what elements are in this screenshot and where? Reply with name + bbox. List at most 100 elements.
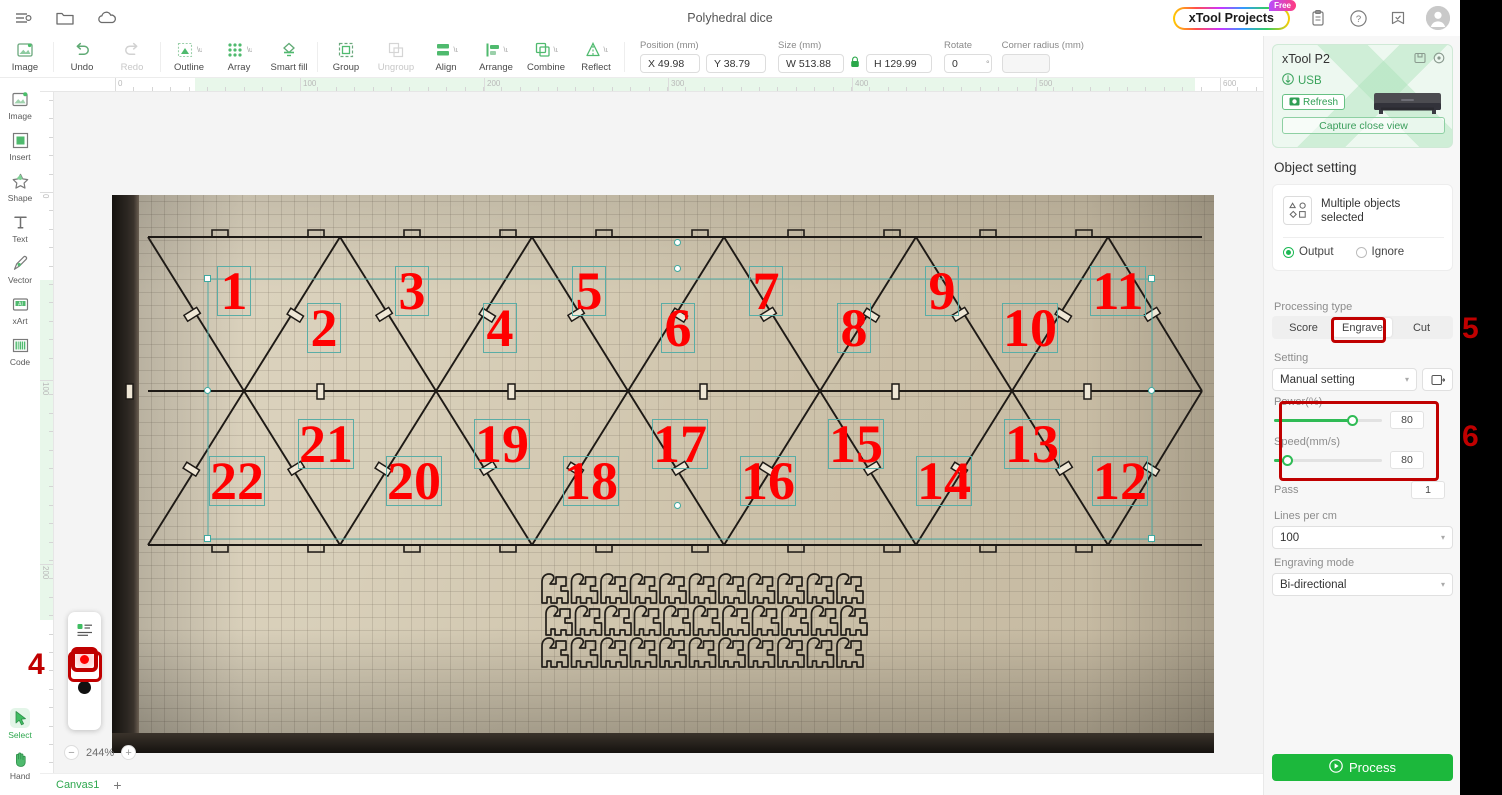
target-icon[interactable] [1433, 51, 1445, 69]
xtool-projects-button[interactable]: xTool Projects Free [1173, 0, 1296, 30]
capture-close-view-button[interactable]: Capture close view [1282, 117, 1445, 134]
toolbar-item-reflect[interactable]: \u25be Reflect [571, 41, 621, 73]
layers-list-icon[interactable] [76, 621, 93, 638]
speed-slider-knob[interactable] [1281, 454, 1293, 466]
selection-handle-bm[interactable] [674, 502, 681, 509]
outline-icon: \u25be [176, 41, 202, 60]
rail-item-xart[interactable]: AI xArt [0, 289, 40, 330]
rail-item-vector[interactable]: Vector [0, 248, 40, 289]
selection-handle-tm[interactable] [674, 265, 681, 272]
help-icon[interactable]: ? [1346, 6, 1370, 30]
rail-item-code[interactable]: Code [0, 330, 40, 371]
engraving-mode-value: Bi-directional [1280, 578, 1347, 591]
rail-item-insert[interactable]: Insert [0, 125, 40, 166]
ruler-h-tick [832, 87, 834, 91]
output-radio[interactable]: Output [1283, 246, 1334, 258]
ruler-v-tick [49, 265, 53, 267]
add-canvas-button[interactable]: + [113, 777, 121, 793]
cursor-icon [10, 708, 30, 728]
toolbar-item-undo[interactable]: Undo [57, 41, 107, 73]
toolbar-item-array[interactable]: \u25be Array [214, 41, 264, 73]
ruler-h-label-300: 300 [671, 79, 685, 88]
selection-handle-ml[interactable] [204, 387, 211, 394]
framing-icon[interactable] [1414, 51, 1426, 69]
rotate-input[interactable]: 0 [944, 54, 992, 73]
rail-item-shape[interactable]: Shape [0, 166, 40, 207]
power-slider-knob[interactable] [1346, 414, 1358, 426]
toolbar-item-image[interactable]: Image [0, 41, 50, 73]
refresh-label: Refresh [1303, 96, 1339, 108]
position-y-input[interactable]: Y 38.79 [706, 54, 766, 73]
rotation-handle[interactable] [674, 239, 681, 246]
position-x-input[interactable]: X 49.98 [640, 54, 700, 73]
canvas-area[interactable]: 0 100 200 300 400 500 600 0 100 200 1 2 … [40, 78, 1265, 795]
selection-handle-bl[interactable] [204, 535, 211, 542]
zoom-out-button[interactable]: − [64, 745, 79, 760]
toolbar-item-align[interactable]: \u25be Align [421, 41, 471, 73]
save-preset-icon[interactable] [1422, 368, 1453, 391]
selection-handle-tl[interactable] [204, 275, 211, 282]
processing-type-cut[interactable]: Cut [1392, 318, 1451, 337]
processing-type-score[interactable]: Score [1274, 318, 1333, 337]
ruler-h-tick [593, 87, 595, 91]
zoom-in-button[interactable]: + [121, 745, 137, 760]
size-height-input[interactable]: H 129.99 [866, 54, 932, 73]
black-swatch[interactable] [78, 681, 91, 694]
red-swatch[interactable] [71, 647, 98, 672]
store-icon[interactable] [1386, 6, 1410, 30]
rail-item-select[interactable]: Select [0, 703, 40, 744]
ruler-v-tick [49, 688, 53, 690]
ruler-h-tick [391, 87, 392, 91]
speed-label: Speed(mm/s) [1274, 436, 1341, 448]
processing-type-engrave[interactable]: Engrave [1333, 318, 1392, 337]
pass-value-input[interactable]: 1 [1411, 481, 1445, 499]
toolbar-item-combine[interactable]: \u25be Combine [521, 41, 571, 73]
toolbar-item-outline[interactable]: \u25be Outline [164, 41, 214, 73]
rail-item-text[interactable]: Text [0, 207, 40, 248]
toolbar-item-ungroup[interactable]: Ungroup [371, 41, 421, 73]
rail-item-hand[interactable]: Hand [0, 744, 40, 785]
object-card-divider [1283, 237, 1444, 238]
lines-per-cm-select[interactable]: 100 ▾ [1272, 526, 1453, 549]
left-tool-rail: Image Insert Shape Text Vector AI xArt C… [0, 78, 40, 795]
toolbar-item-group[interactable]: Group [321, 41, 371, 73]
size-width-input[interactable]: W 513.88 [778, 54, 844, 73]
ruler-v-tick [49, 173, 53, 175]
machine-bed-preview[interactable]: 1 2 3 4 5 6 7 8 9 10 11 22 21 20 19 18 17 16 15 14 13 12 [112, 195, 1214, 753]
avatar[interactable] [1426, 6, 1450, 30]
engraving-mode-select[interactable]: Bi-directional ▾ [1272, 573, 1453, 596]
group-icon [337, 41, 355, 60]
ignore-radio[interactable]: Ignore [1355, 246, 1404, 258]
toolbar-item-redo[interactable]: Redo [107, 41, 157, 73]
clipboard-icon[interactable] [1306, 6, 1330, 30]
ruler-h-tick [1145, 87, 1147, 91]
selection-handle-mr[interactable] [1148, 387, 1155, 394]
app-root: Polyhedral dice xTool Projects Free ? Im… [0, 0, 1502, 795]
setting-select[interactable]: Manual setting ▾ [1272, 368, 1417, 391]
corner-radius-input[interactable] [1001, 54, 1050, 73]
tab-canvas1[interactable]: Canvas1 [56, 779, 99, 791]
annotation-6: 6 [1462, 420, 1479, 453]
power-slider-track[interactable] [1274, 414, 1382, 426]
rail-item-image[interactable]: Image [0, 84, 40, 125]
speed-value-input[interactable]: 80 [1390, 451, 1424, 469]
toolbar-item-smart-fill[interactable]: Smart fill [264, 41, 314, 73]
process-button[interactable]: Process [1272, 754, 1453, 781]
lock-icon[interactable] [850, 56, 860, 71]
ruler-h-tick [1035, 87, 1036, 91]
toolbar-item-arrange[interactable]: \u25be Arrange [471, 41, 521, 73]
selection-handle-tr[interactable] [1148, 275, 1155, 282]
speed-slider-track[interactable] [1274, 454, 1382, 466]
refresh-button[interactable]: Refresh [1282, 94, 1346, 110]
menu-list-icon[interactable] [12, 7, 34, 29]
folder-icon[interactable] [54, 7, 76, 29]
vertical-ruler[interactable]: 0 100 200 [40, 92, 54, 795]
power-slider-fill [1274, 418, 1352, 422]
ruler-h-tick [519, 87, 521, 91]
toolbar-label-group: Group [332, 61, 360, 73]
cloud-icon[interactable] [96, 7, 118, 29]
selection-handle-br[interactable] [1148, 535, 1155, 542]
toolbar-label-smart-fill: Smart fill [270, 61, 308, 73]
horizontal-ruler[interactable]: 0 100 200 300 400 500 600 [40, 78, 1265, 92]
power-value-input[interactable]: 80 [1390, 411, 1424, 429]
